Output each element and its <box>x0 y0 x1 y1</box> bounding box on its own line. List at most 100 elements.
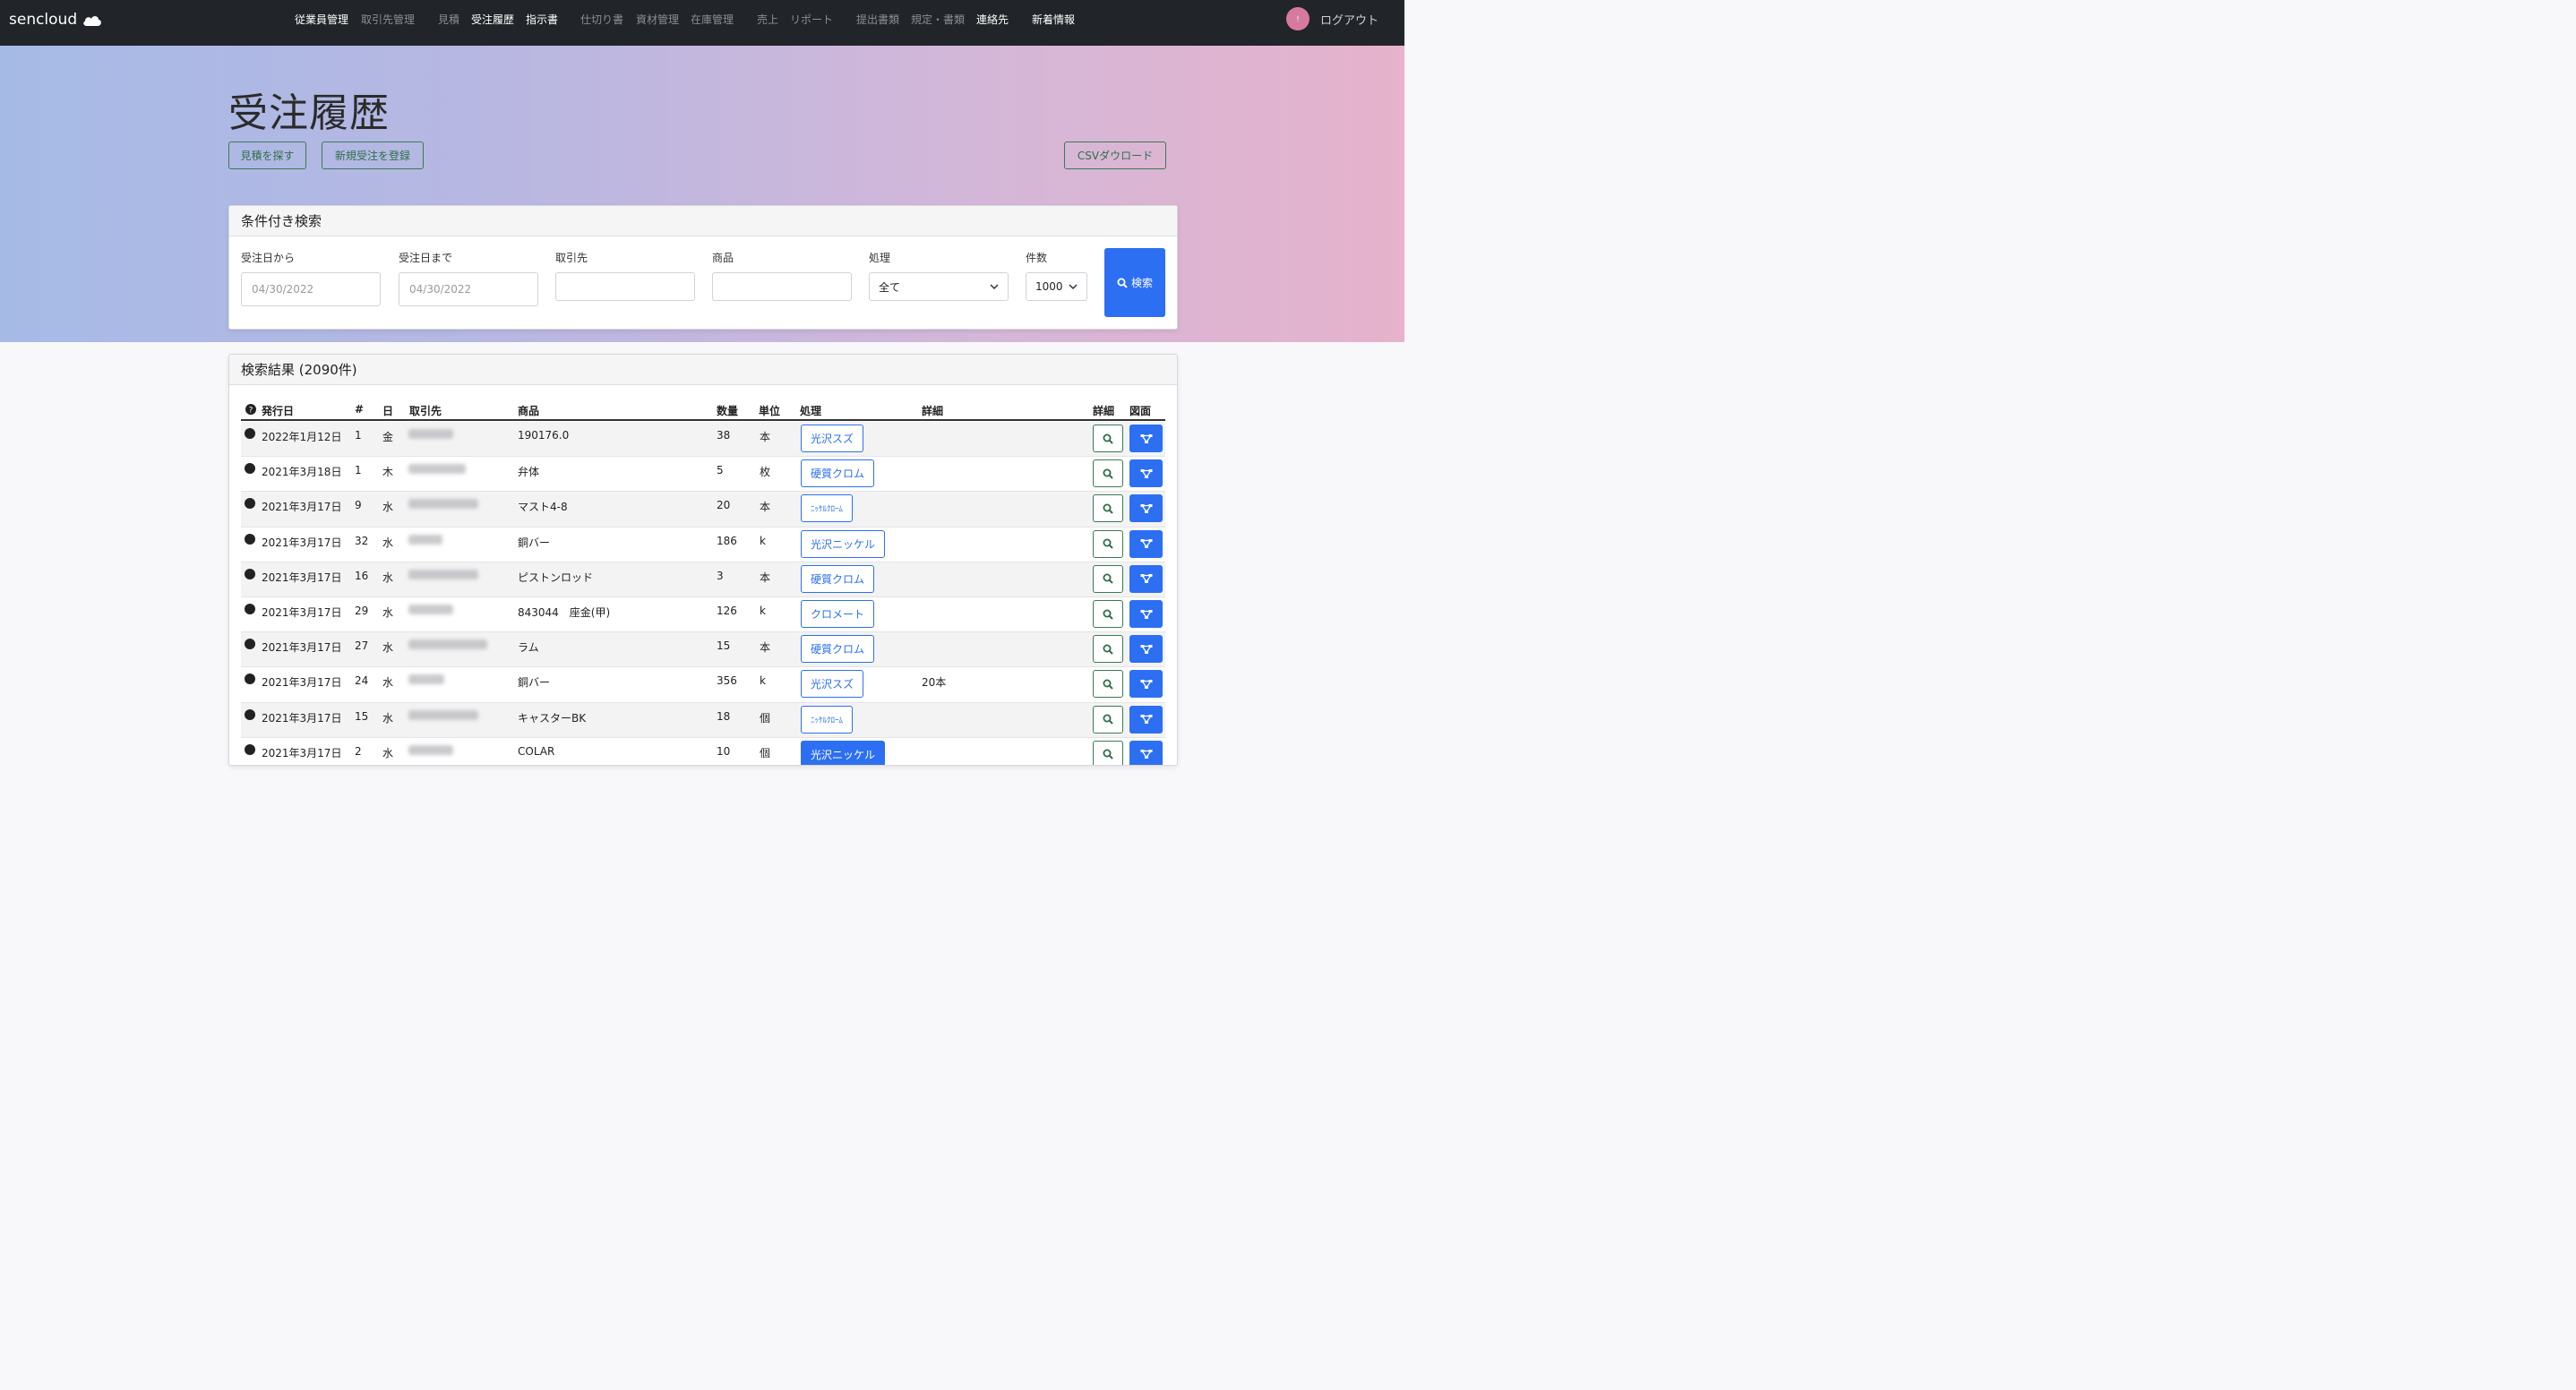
detail-button[interactable] <box>1093 705 1123 734</box>
nav-materials[interactable]: 資材管理 <box>636 12 679 27</box>
nav-estimates[interactable]: 見積 <box>438 12 459 27</box>
drawing-button[interactable] <box>1129 494 1163 523</box>
search-button[interactable]: 検索 <box>1104 248 1165 317</box>
process-select[interactable]: 全て <box>869 272 1009 301</box>
process-button[interactable]: 硬質クロム <box>801 459 875 488</box>
detail-button[interactable] <box>1093 425 1123 452</box>
logout-link[interactable]: ログアウト <box>1320 11 1378 28</box>
detail-button[interactable] <box>1093 529 1123 558</box>
day-cell: 金 <box>382 431 394 443</box>
col-number[interactable]: # <box>355 403 364 416</box>
drawing-button[interactable] <box>1129 459 1163 488</box>
number-cell: 27 <box>355 639 369 653</box>
find-estimate-button[interactable]: 見積を探す <box>228 142 306 169</box>
svg-text:?: ? <box>249 406 253 415</box>
process-button[interactable]: 硬質クロム <box>801 564 875 593</box>
col-product[interactable]: 商品 <box>518 403 539 418</box>
day-cell: 水 <box>382 501 394 514</box>
process-button[interactable]: 光沢スズ <box>801 425 864 452</box>
nav-reports[interactable]: リポート <box>790 12 833 27</box>
drawing-button[interactable] <box>1129 740 1163 765</box>
issue-date-cell: 2021年3月17日 <box>262 676 342 690</box>
nav-order-history[interactable]: 受注履歴 <box>471 12 514 27</box>
col-note[interactable]: 詳細 <box>922 403 943 418</box>
col-process[interactable]: 処理 <box>800 403 821 418</box>
table-row[interactable]: 2021年3月18日 1 木 弁体 5 枚 硬質クロム <box>241 457 1165 493</box>
nav-sales[interactable]: 売上 <box>757 12 778 27</box>
number-cell: 32 <box>355 534 369 547</box>
col-client[interactable]: 取引先 <box>409 403 442 418</box>
nav-clients[interactable]: 取引先管理 <box>361 12 415 27</box>
process-button[interactable]: ﾆｯｹﾙｸﾛｰﾑ <box>801 705 854 734</box>
detail-button[interactable] <box>1093 670 1123 699</box>
search-icon <box>1103 433 1113 444</box>
detail-button[interactable] <box>1093 459 1123 488</box>
drawing-button[interactable] <box>1129 635 1163 664</box>
table-row[interactable]: 2021年3月17日 16 水 ピストンロッド 3 本 硬質クロム <box>241 562 1165 597</box>
process-button[interactable]: クロメート <box>801 600 875 628</box>
detail-button[interactable] <box>1093 564 1123 593</box>
to-date-input[interactable]: 04/30/2022 <box>399 272 538 306</box>
detail-button[interactable] <box>1093 494 1123 523</box>
quantity-cell: 5 <box>717 464 724 477</box>
table-row[interactable]: 2021年3月17日 27 水 ラム 15 本 硬質クロム <box>241 632 1165 668</box>
client-cell-redacted <box>408 605 453 614</box>
nav-submissions[interactable]: 提出書類 <box>856 12 899 27</box>
drawing-button[interactable] <box>1129 564 1163 593</box>
drawing-button[interactable] <box>1129 425 1163 452</box>
nav-links: 従業員管理 取引先管理 見積 受注履歴 指示書 仕切り書 資材管理 在庫管理 売… <box>0 0 1404 36</box>
nav-employees[interactable]: 従業員管理 <box>295 12 348 27</box>
table-row[interactable]: 2021年3月17日 9 水 マスト4-8 20 本 ﾆｯｹﾙｸﾛｰﾑ <box>241 492 1165 528</box>
product-cell: ラム <box>518 641 539 655</box>
table-row[interactable]: 2021年3月17日 2 水 COLAR 10 個 光沢ニッケル <box>241 738 1165 765</box>
day-cell: 水 <box>382 746 394 759</box>
issue-date-cell: 2021年3月17日 <box>262 746 342 759</box>
csv-download-button[interactable]: CSVダウロード <box>1064 142 1166 169</box>
col-day[interactable]: 日 <box>382 403 393 418</box>
drawing-button[interactable] <box>1129 600 1163 628</box>
col-unit[interactable]: 単位 <box>759 403 780 418</box>
drawing-button[interactable] <box>1129 670 1163 699</box>
client-cell-redacted <box>408 534 442 545</box>
nav-contacts[interactable]: 連絡先 <box>976 12 1009 27</box>
table-row[interactable]: 2021年3月17日 24 水 銅バー 356 k 光沢スズ 20本 <box>241 667 1165 703</box>
issue-date-cell: 2021年3月17日 <box>262 536 342 549</box>
nav-regulations[interactable]: 規定・書類 <box>911 12 965 27</box>
check-circle-icon <box>245 708 255 720</box>
nav-news[interactable]: 新着情報 <box>1032 12 1075 27</box>
share-nodes-icon <box>1140 609 1152 619</box>
process-button[interactable]: 光沢ニッケル <box>801 740 886 765</box>
table-row[interactable]: 2021年3月17日 15 水 キャスターBK 18 個 ﾆｯｹﾙｸﾛｰﾑ <box>241 702 1165 738</box>
product-input[interactable] <box>712 272 852 301</box>
col-issue-date[interactable]: 発行日 <box>262 403 294 418</box>
avatar[interactable]: ! <box>1286 7 1309 30</box>
search-icon <box>1103 679 1113 690</box>
quantity-cell: 15 <box>717 639 731 653</box>
process-button[interactable]: 光沢スズ <box>801 670 864 699</box>
table-row[interactable]: 2021年3月17日 29 水 843044 座金(甲) 126 k クロメート <box>241 597 1165 633</box>
process-button[interactable]: 光沢ニッケル <box>801 529 886 558</box>
results-card: 検索結果 (2090件) ? 発行日 # 日 取引先 商品 数量 単位 処理 詳… <box>228 354 1178 766</box>
number-cell: 24 <box>355 674 369 688</box>
process-label: 処理 <box>869 252 891 264</box>
nav-invoices[interactable]: 仕切り書 <box>580 12 623 27</box>
process-button[interactable]: 硬質クロム <box>801 635 875 664</box>
detail-button[interactable] <box>1093 600 1123 628</box>
detail-button[interactable] <box>1093 635 1123 664</box>
new-order-button[interactable]: 新規受注を登録 <box>322 142 424 169</box>
nav-instructions[interactable]: 指示書 <box>526 12 558 27</box>
col-quantity[interactable]: 数量 <box>717 403 738 418</box>
from-date-input[interactable]: 04/30/2022 <box>241 272 381 306</box>
chevron-down-icon <box>1069 284 1078 290</box>
table-row[interactable]: 2022年1月12日 1 金 190176.0 38 本 光沢スズ <box>241 422 1165 458</box>
drawing-button[interactable] <box>1129 705 1163 734</box>
detail-button[interactable] <box>1093 740 1123 765</box>
drawing-button[interactable] <box>1129 529 1163 558</box>
day-cell: 木 <box>382 466 394 479</box>
help-icon[interactable]: ? <box>245 404 256 415</box>
client-input[interactable] <box>555 272 695 301</box>
table-row[interactable]: 2021年3月17日 32 水 銅バー 186 k 光沢ニッケル <box>241 528 1165 562</box>
count-select[interactable]: 1000 <box>1026 272 1087 301</box>
nav-inventory[interactable]: 在庫管理 <box>691 12 734 27</box>
process-button[interactable]: ﾆｯｹﾙｸﾛｰﾑ <box>801 494 854 523</box>
